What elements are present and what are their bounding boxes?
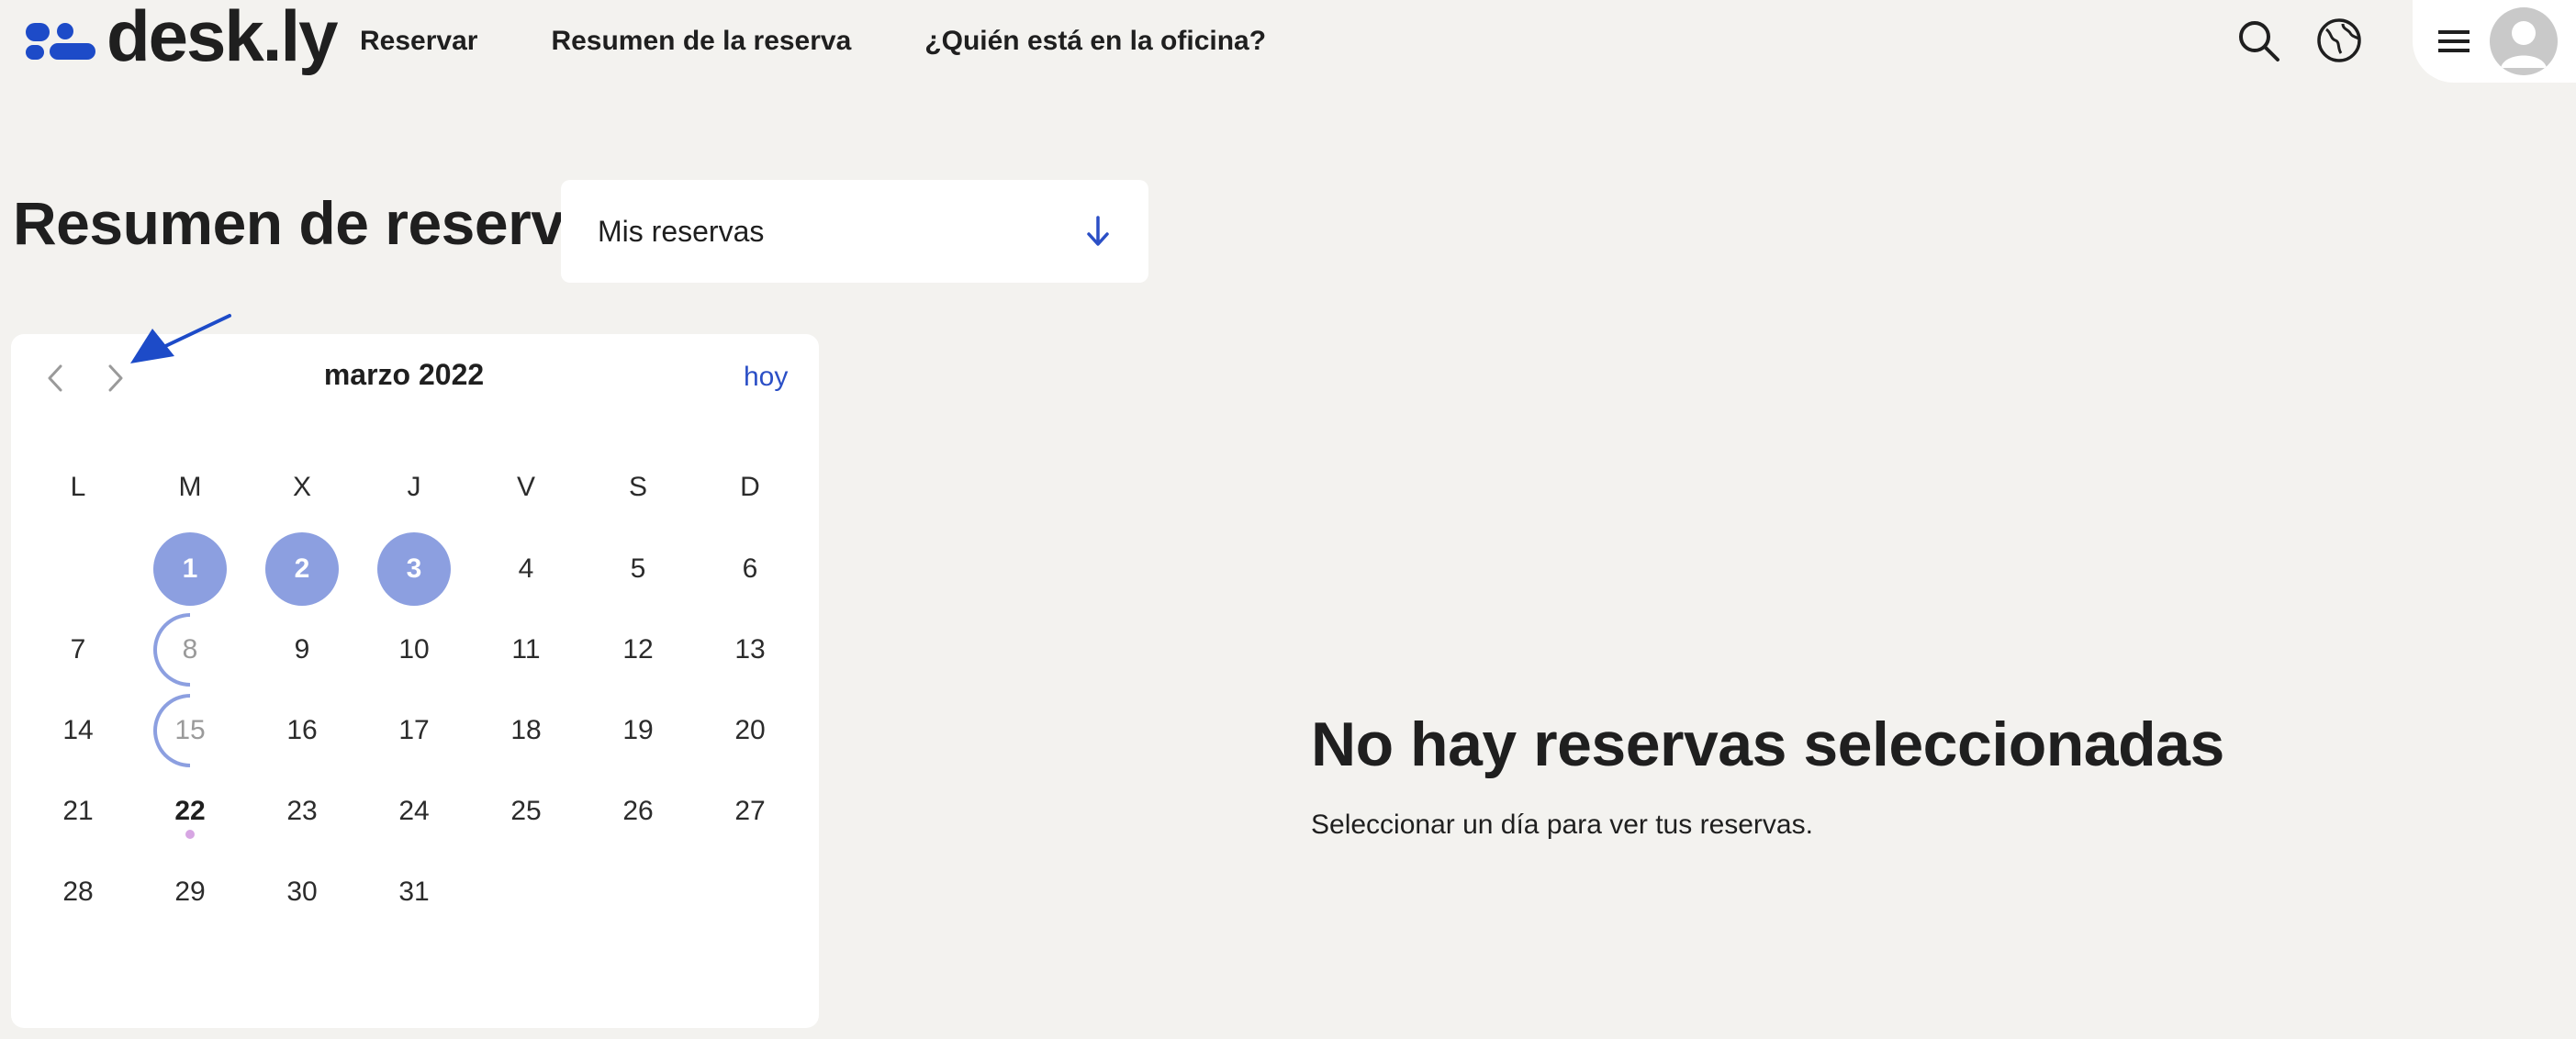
weekday-label: D [740,472,760,502]
calendar-day[interactable]: 16 [265,694,339,767]
weekday-label: L [70,472,86,502]
weekday-label: M [178,472,202,502]
page: desk.ly Reservar Resumen de la reserva ¿… [0,0,2576,1039]
calendar-day[interactable]: 12 [601,613,675,687]
empty-state-subtitle: Seleccionar un día para ver tus reservas… [1311,810,1813,840]
empty-state-title: No hay reservas seleccionadas [1311,709,2224,779]
weekday-label: S [628,472,647,502]
calendar-day[interactable]: 21 [41,775,115,848]
top-header: desk.ly Reservar Resumen de la reserva ¿… [0,0,2576,83]
menu-icon [2438,30,2470,52]
desk-ly-logo[interactable]: desk.ly [26,0,339,83]
nav-reservar[interactable]: Reservar [360,26,477,57]
today-indicator-dot [185,830,195,839]
calendar-day-half-booked[interactable]: 8 [153,613,227,687]
weekday-label: X [292,472,311,502]
weekday-label: J [407,472,421,502]
calendar-day[interactable]: 11 [489,613,563,687]
calendar-day-half-booked[interactable]: 15 [153,694,227,767]
calendar-day[interactable]: 18 [489,694,563,767]
calendar-day[interactable]: 5 [601,532,675,606]
avatar-icon [2490,7,2558,75]
calendar-day-booked[interactable]: 3 [377,532,451,606]
calendar-day[interactable]: 13 [713,613,787,687]
arrow-down-icon [1087,216,1109,246]
user-menu-button[interactable] [2413,0,2576,83]
today-button[interactable]: hoy [744,362,788,393]
logo-mark-icon [26,23,95,60]
search-icon[interactable] [2233,15,2284,66]
calendar-day[interactable]: 14 [41,694,115,767]
calendar-day[interactable]: 29 [153,855,227,929]
calendar-day[interactable]: 20 [713,694,787,767]
calendar-day[interactable]: 23 [265,775,339,848]
calendar-day[interactable]: 10 [377,613,451,687]
calendar-day[interactable]: 19 [601,694,675,767]
calendar-day-booked[interactable]: 2 [265,532,339,606]
calendar-day[interactable]: 27 [713,775,787,848]
bookings-filter-value: Mis reservas [598,214,765,248]
calendar-day[interactable]: 24 [377,775,451,848]
calendar-day[interactable]: 17 [377,694,451,767]
globe-icon[interactable] [2313,15,2365,66]
calendar-day-booked[interactable]: 1 [153,532,227,606]
calendar-day[interactable]: 7 [41,613,115,687]
page-title: Resumen de reserva [13,189,598,257]
calendar-day[interactable]: 28 [41,855,115,929]
weekday-label: V [516,472,535,502]
calendar-day[interactable]: 9 [265,613,339,687]
calendar-month-label: marzo 2022 [323,358,485,391]
calendar-day[interactable]: 26 [601,775,675,848]
calendar-day[interactable]: 25 [489,775,563,848]
main-nav: Reservar Resumen de la reserva ¿Quién es… [360,0,1266,83]
calendar-day[interactable]: 6 [713,532,787,606]
calendar-day[interactable]: 30 [265,855,339,929]
annotation-arrow-icon [130,314,231,363]
nav-quien-oficina[interactable]: ¿Quién está en la oficina? [924,26,1266,57]
logo-text: desk.ly [106,0,339,76]
nav-resumen-reserva[interactable]: Resumen de la reserva [551,26,851,57]
bookings-filter-select[interactable]: Mis reservas [561,180,1148,283]
calendar-day[interactable]: 4 [489,532,563,606]
calendar-day[interactable]: 31 [377,855,451,929]
